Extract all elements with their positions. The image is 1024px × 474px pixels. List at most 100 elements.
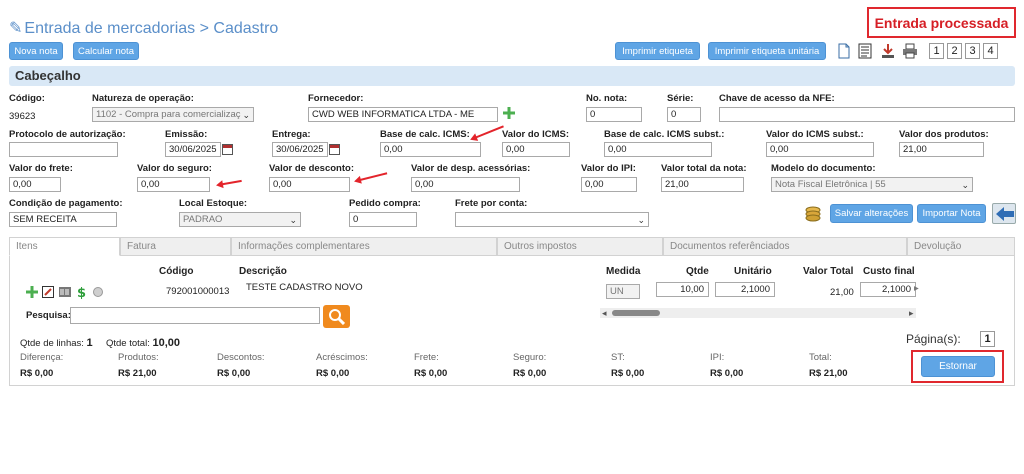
pedido-input[interactable]: 0 xyxy=(349,212,417,227)
search-label: Pesquisa: xyxy=(26,310,71,321)
print-label-button[interactable]: Imprimir etiqueta xyxy=(615,42,700,60)
tab-documentos-referenciados[interactable]: Documentos referênciados xyxy=(663,237,907,256)
page-title: ✎ Entrada de mercadorias > Cadastro xyxy=(9,20,279,37)
tab-devolucao[interactable]: Devolução xyxy=(907,237,1015,256)
valor-icms-input[interactable]: 0,00 xyxy=(502,142,570,157)
valor-icms-subst-label: Valor do ICMS subst.: xyxy=(766,129,864,140)
download-icon[interactable] xyxy=(880,43,896,59)
page-number-button[interactable]: 1 xyxy=(980,331,995,347)
edit-item-icon[interactable] xyxy=(42,286,54,298)
price-icon[interactable]: $ xyxy=(76,285,88,299)
new-note-button[interactable]: Nova nota xyxy=(9,42,63,60)
entrega-label: Entrega: xyxy=(272,129,311,140)
annotation-arrow xyxy=(471,125,504,140)
valor-seguro-input[interactable]: 0,00 xyxy=(137,177,210,192)
protocolo-label: Protocolo de autorização: xyxy=(9,129,126,140)
base-icms-subst-input[interactable]: 0,00 xyxy=(604,142,712,157)
document-icon[interactable] xyxy=(836,43,852,59)
annotation-arrow xyxy=(217,179,242,186)
print-option-2[interactable]: 2 xyxy=(947,43,962,59)
reverse-button[interactable]: Estornar xyxy=(921,356,995,377)
total-st-label: ST: xyxy=(611,352,625,363)
total-acrescimos-label: Acréscimos: xyxy=(316,352,368,363)
add-item-icon[interactable] xyxy=(26,286,38,298)
arrow-left-icon xyxy=(996,207,1014,221)
modelo-doc-label: Modelo do documento: xyxy=(771,163,876,174)
total-descontos-label: Descontos: xyxy=(217,352,265,363)
total-qty: Qtde total: 10,00 xyxy=(106,337,181,349)
total-diferenca-value: R$ 0,00 xyxy=(20,368,54,379)
pages-label: Página(s): xyxy=(906,332,961,346)
item-medida-input[interactable]: UN xyxy=(606,284,640,299)
base-icms-input[interactable]: 0,00 xyxy=(380,142,481,157)
valor-icms-subst-input[interactable]: 0,00 xyxy=(766,142,874,157)
modelo-doc-select[interactable]: Nota Fiscal Eletrônica | 55 ⌄ xyxy=(771,177,973,192)
edit-icon: ✎ xyxy=(9,20,23,37)
scroll-left-arrow-icon[interactable]: ◂ xyxy=(602,308,607,319)
status-badge: Entrada processada xyxy=(867,7,1016,38)
scroll-right-arrow-icon[interactable]: ▸ xyxy=(914,283,919,294)
import-note-button[interactable]: Importar Nota xyxy=(917,204,986,223)
calc-note-button[interactable]: Calcular nota xyxy=(73,42,139,60)
item-custo-final-input[interactable]: 2,1000 xyxy=(860,282,916,297)
serie-input[interactable]: 0 xyxy=(667,107,701,122)
section-header: Cabeçalho xyxy=(9,66,1015,86)
search-input[interactable] xyxy=(70,307,320,324)
tab-info-complementares[interactable]: Informações complementares xyxy=(231,237,497,256)
serie-label: Série: xyxy=(667,93,694,104)
col-qtde: Qtde xyxy=(686,266,709,277)
fornecedor-input[interactable]: CWD WEB INFORMATICA LTDA - ME xyxy=(308,107,498,122)
natureza-select[interactable]: 1102 - Compra para comercializaç ⌄ xyxy=(92,107,254,122)
frete-conta-select[interactable]: ⌄ xyxy=(455,212,649,227)
valor-produtos-label: Valor dos produtos: xyxy=(899,129,989,140)
col-codigo: Código xyxy=(159,266,194,277)
condicao-input[interactable]: SEM RECEITA xyxy=(9,212,117,227)
valor-ipi-input[interactable]: 0,00 xyxy=(581,177,637,192)
total-produtos-value: R$ 21,00 xyxy=(118,368,157,379)
line-count: Qtde de linhas: 1 xyxy=(20,337,93,349)
total-descontos-value: R$ 0,00 xyxy=(217,368,251,379)
natureza-label: Natureza de operação: xyxy=(92,93,194,104)
emissao-input[interactable]: 30/06/2025 xyxy=(165,142,221,157)
local-estoque-select[interactable]: PADRAO ⌄ xyxy=(179,212,301,227)
codigo-label: Código: xyxy=(9,93,45,104)
print-option-3[interactable]: 3 xyxy=(965,43,980,59)
save-changes-button[interactable]: Salvar alterações xyxy=(830,204,913,223)
no-nota-input[interactable]: 0 xyxy=(586,107,642,122)
tab-outros-impostos[interactable]: Outros impostos xyxy=(497,237,663,256)
add-supplier-icon[interactable] xyxy=(502,106,516,120)
frete-conta-label: Frete por conta: xyxy=(455,198,528,209)
protocolo-input[interactable] xyxy=(9,142,118,157)
entrega-input[interactable]: 30/06/2025 xyxy=(272,142,328,157)
print-option-1[interactable]: 1 xyxy=(929,43,944,59)
scrollbar-thumb[interactable] xyxy=(612,310,660,316)
print-option-4[interactable]: 4 xyxy=(983,43,998,59)
calendar-icon[interactable] xyxy=(329,144,340,155)
item-qtde-input[interactable]: 10,00 xyxy=(656,282,709,297)
scroll-right-arrow-icon[interactable]: ▸ xyxy=(909,308,914,319)
barcode-icon[interactable] xyxy=(59,286,71,298)
valor-frete-input[interactable]: 0,00 xyxy=(9,177,61,192)
back-button[interactable] xyxy=(992,203,1016,224)
col-descricao: Descrição xyxy=(239,266,287,277)
fornecedor-label: Fornecedor: xyxy=(308,93,364,104)
valor-desp-input[interactable]: 0,00 xyxy=(411,177,520,192)
valor-total-input[interactable]: 21,00 xyxy=(661,177,744,192)
col-medida: Medida xyxy=(606,266,641,277)
item-unitario-input[interactable]: 2,1000 xyxy=(715,282,775,297)
valor-produtos-input[interactable]: 21,00 xyxy=(899,142,984,157)
chave-input[interactable] xyxy=(719,107,1015,122)
total-produtos-label: Produtos: xyxy=(118,352,159,363)
coins-icon[interactable] xyxy=(804,204,822,222)
item-codigo: 792001000013 xyxy=(166,286,230,297)
search-button[interactable] xyxy=(323,305,350,328)
valor-desconto-input[interactable]: 0,00 xyxy=(269,177,350,192)
printer-icon[interactable] xyxy=(902,43,918,59)
print-unit-label-button[interactable]: Imprimir etiqueta unitária xyxy=(708,42,826,60)
tab-fatura[interactable]: Fatura xyxy=(120,237,231,256)
calendar-icon[interactable] xyxy=(222,144,233,155)
report-icon[interactable] xyxy=(857,43,873,59)
chevron-down-icon: ⌄ xyxy=(637,215,645,225)
tab-itens[interactable]: Itens xyxy=(9,237,120,256)
valor-total-label: Valor total da nota: xyxy=(661,163,747,174)
